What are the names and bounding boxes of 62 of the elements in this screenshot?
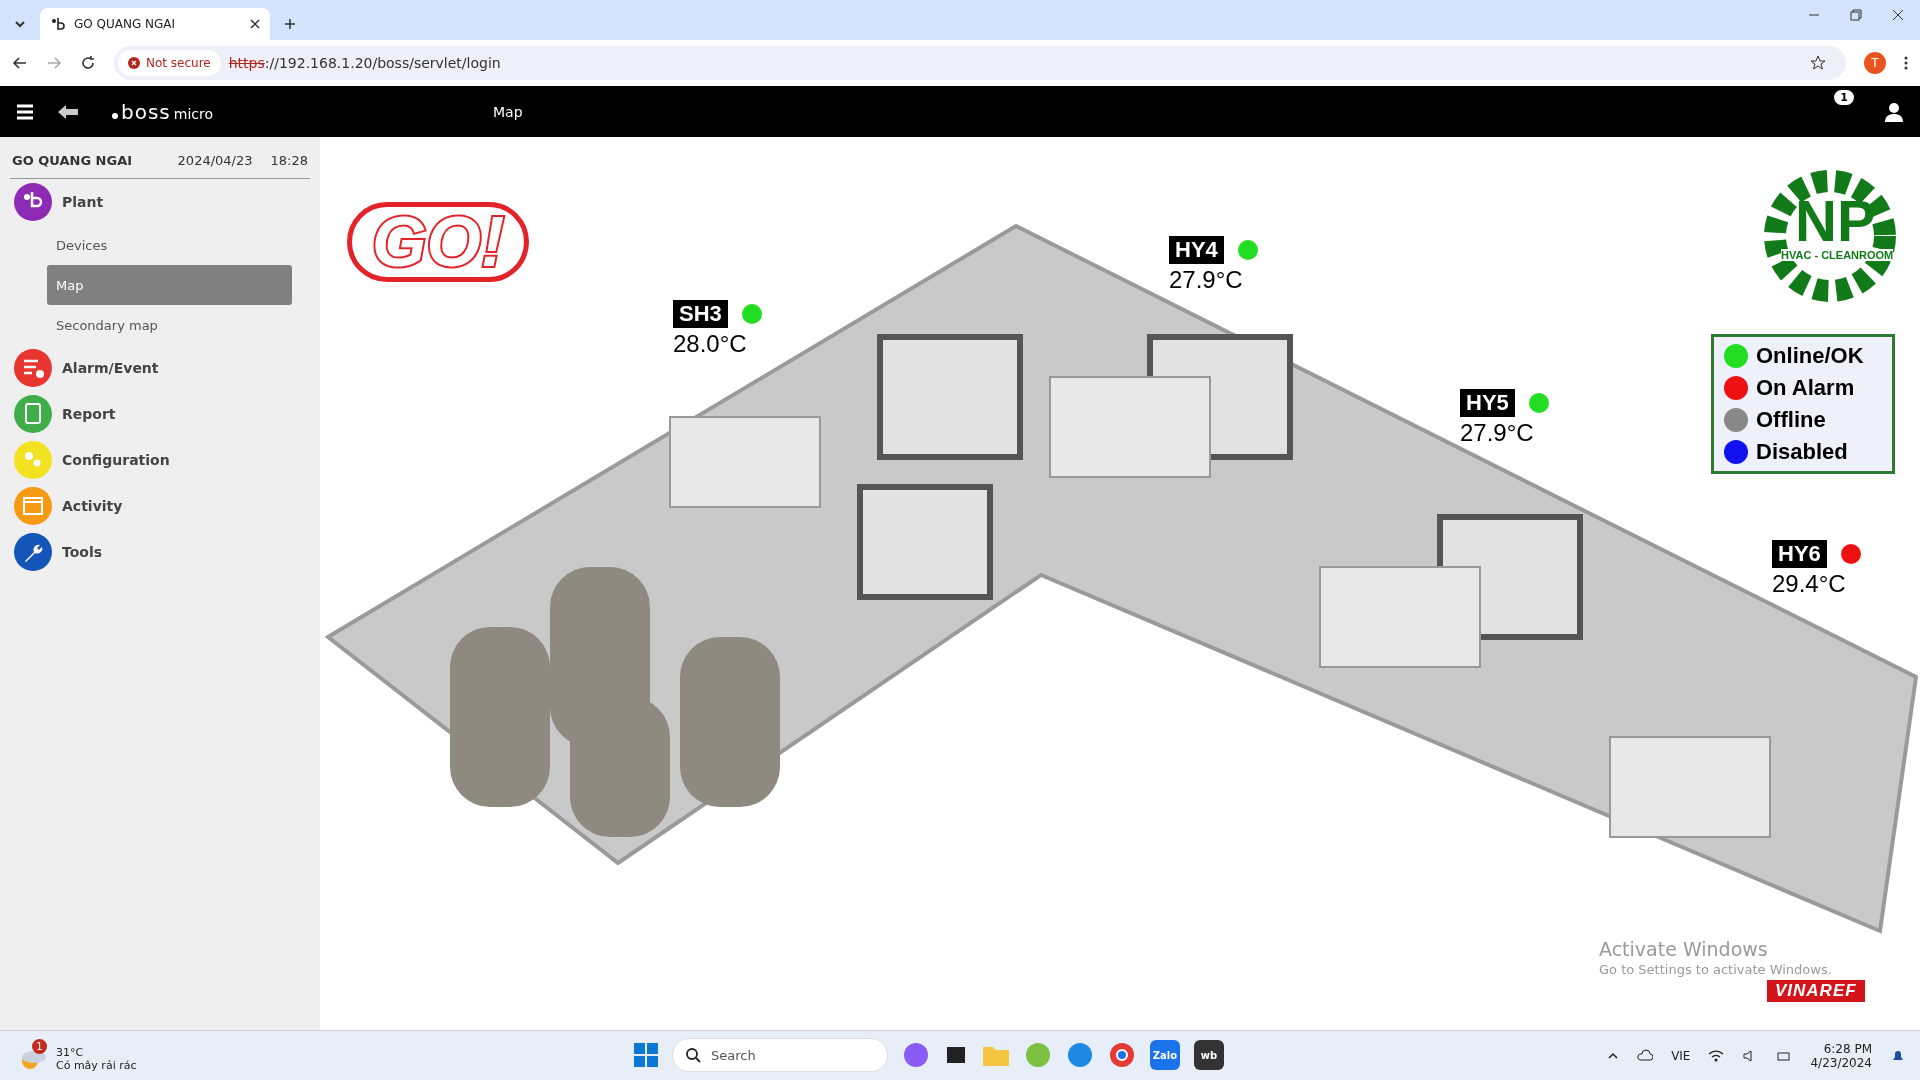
site-name: GO QUANG NGAI xyxy=(12,153,134,168)
windows-start-icon[interactable] xyxy=(634,1043,658,1067)
close-icon[interactable] xyxy=(1892,9,1904,21)
weather-description: Có mây rải rác xyxy=(56,1058,137,1072)
nav-section[interactable]: Tools xyxy=(10,529,310,575)
taskbar-app[interactable]: wb xyxy=(1194,1040,1224,1070)
go-logo: GO! xyxy=(347,202,530,282)
close-icon xyxy=(250,19,260,29)
temperature-reading: 27.9°C xyxy=(1169,266,1244,294)
legend-label: Offline xyxy=(1756,407,1826,433)
search-icon xyxy=(685,1047,701,1063)
legend-label: Disabled xyxy=(1756,439,1848,465)
brand-logo: boss micro xyxy=(112,99,214,124)
taskbar-search[interactable]: Search xyxy=(672,1038,888,1072)
weather-badge: 1 xyxy=(32,1038,47,1054)
date-text: 2024/04/23 xyxy=(177,153,253,168)
nav-section[interactable]: Alarm/Event xyxy=(10,345,310,391)
nav-item[interactable]: Secondary map xyxy=(47,305,292,345)
chevron-down-icon xyxy=(14,18,26,30)
more-icon[interactable] xyxy=(1904,55,1908,71)
back-arrow-icon[interactable] xyxy=(58,103,78,120)
vinaref-logo: VINAREF xyxy=(1767,980,1865,1002)
weather-widget[interactable]: 1 31°C Có mây rải rác xyxy=(14,1037,141,1074)
menu-icon[interactable] xyxy=(16,103,34,120)
taskbar-app[interactable]: Zalo xyxy=(1150,1040,1180,1070)
activation-notice-text: Go to Settings to activate Windows. xyxy=(1599,962,1832,977)
notification-badge[interactable]: 1 xyxy=(1834,90,1854,105)
unit-name[interactable]: HY4 xyxy=(1169,236,1224,264)
error-icon xyxy=(128,57,140,69)
plus-icon xyxy=(284,18,296,30)
url-text[interactable]: https://192.168.1.20/boss/servlet/login xyxy=(228,55,501,71)
unit-name[interactable]: HY5 xyxy=(1460,389,1515,417)
temperature-reading: 28.0°C xyxy=(673,330,748,358)
profile-avatar[interactable]: T xyxy=(1864,52,1886,74)
taskbar-clock[interactable]: 6:28 PM 4/23/2024 xyxy=(1810,1041,1872,1070)
nav-section[interactable]: Activity xyxy=(10,483,310,529)
page-title: Map xyxy=(493,103,523,120)
nav-item[interactable]: Devices xyxy=(47,225,292,265)
weather-temperature: 31°C xyxy=(56,1045,85,1059)
cloud-icon[interactable] xyxy=(1637,1047,1654,1064)
user-icon[interactable] xyxy=(1884,101,1904,122)
dot-icon xyxy=(112,112,118,119)
nav-item[interactable]: Map xyxy=(47,265,292,305)
security-chip[interactable]: Not secure xyxy=(118,50,221,76)
unit-name[interactable]: HY6 xyxy=(1772,540,1827,568)
restore-icon[interactable] xyxy=(1850,9,1862,21)
legend-label: Online/OK xyxy=(1756,343,1864,369)
back-arrow-icon[interactable] xyxy=(12,55,28,71)
temperature-reading: 27.9°C xyxy=(1460,419,1535,447)
reload-icon[interactable] xyxy=(80,55,96,71)
activation-notice-title: Activate Windows xyxy=(1599,938,1769,960)
temperature-reading: 29.4°C xyxy=(1772,570,1847,598)
nav-section[interactable]: Configuration xyxy=(10,437,310,483)
browser-tab[interactable]: GO QUANG NGAI xyxy=(40,8,270,40)
time-text: 18:28 xyxy=(270,153,308,168)
unit-name[interactable]: SH3 xyxy=(673,300,728,328)
nav-section[interactable]: Report xyxy=(10,391,310,437)
language-indicator[interactable]: VIE xyxy=(1671,1048,1691,1063)
nav-section[interactable]: Plant xyxy=(10,179,310,225)
logo-icon xyxy=(50,16,66,32)
legend-label: On Alarm xyxy=(1756,375,1855,401)
star-icon[interactable] xyxy=(1810,55,1826,71)
